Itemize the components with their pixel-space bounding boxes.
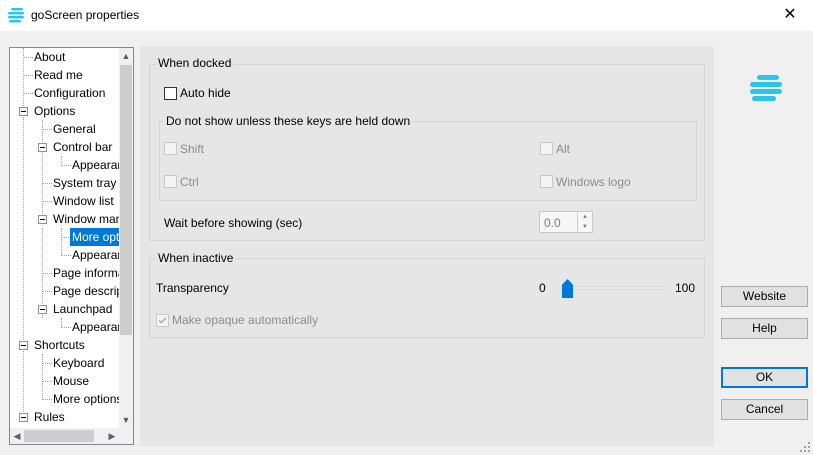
horizontal-scroll-thumb[interactable] xyxy=(24,430,94,442)
alt-checkbox[interactable] xyxy=(540,142,553,155)
tree-item-page-information[interactable]: Page information xyxy=(53,264,119,282)
spinner-buttons: ▲ ▼ xyxy=(577,212,592,232)
auto-hide-label: Auto hide xyxy=(180,86,231,100)
tree-item-options[interactable]: Options xyxy=(34,102,75,120)
tree-item-shortcuts[interactable]: Shortcuts xyxy=(34,336,85,354)
tree-line xyxy=(42,120,43,220)
tree-item-read-me[interactable]: Read me xyxy=(34,66,83,84)
wait-seconds-value: 0.0 xyxy=(544,216,561,230)
modifier-keys-group xyxy=(159,121,697,201)
when-docked-title: When docked xyxy=(156,56,234,70)
wait-seconds-spinner[interactable]: 0.0 ▲ ▼ xyxy=(539,211,593,233)
tree-line xyxy=(61,327,71,328)
goscreen-logo xyxy=(750,75,782,101)
collapse-options-icon[interactable] xyxy=(19,107,28,116)
tree-item-more-options-selected[interactable]: More options xyxy=(70,228,119,246)
make-opaque-label: Make opaque automatically xyxy=(172,313,319,327)
transparency-slider-track[interactable] xyxy=(562,286,666,290)
tree-line xyxy=(61,165,71,166)
tree-line xyxy=(61,255,71,256)
ctrl-checkbox[interactable] xyxy=(164,175,177,188)
tree-line xyxy=(42,201,52,202)
wait-before-showing-label: Wait before showing (sec) xyxy=(164,216,303,230)
title-bar: goScreen properties ✕ xyxy=(0,0,813,31)
help-button[interactable]: Help xyxy=(721,318,808,339)
collapse-shortcuts-icon[interactable] xyxy=(19,341,28,350)
options-panel: When docked Auto hide Do not show unless… xyxy=(140,46,714,446)
cancel-button[interactable]: Cancel xyxy=(721,399,808,420)
tree-line xyxy=(42,363,52,364)
close-icon: ✕ xyxy=(783,6,797,23)
close-button[interactable]: ✕ xyxy=(767,0,813,31)
when-inactive-title: When inactive xyxy=(156,251,236,265)
window-title: goScreen properties xyxy=(31,8,140,22)
tree-line xyxy=(42,129,52,130)
scroll-left-icon[interactable]: ◀ xyxy=(10,428,24,444)
collapse-rules-icon[interactable] xyxy=(19,413,28,422)
tree-line xyxy=(23,75,33,76)
collapse-control-bar-icon[interactable] xyxy=(38,143,47,152)
tree-line xyxy=(42,381,52,382)
resize-grip-icon[interactable] xyxy=(799,441,811,453)
tree-line xyxy=(42,291,52,292)
tree-vertical-scrollbar[interactable]: ▲ ▼ xyxy=(119,48,133,428)
modifier-keys-title: Do not show unless these keys are held d… xyxy=(164,114,413,128)
settings-tree[interactable]: About Read me Configuration Options Gene… xyxy=(9,47,134,445)
tree-line xyxy=(23,93,33,94)
windows-logo-label: Windows logo xyxy=(556,175,631,189)
goscreen-app-icon xyxy=(8,8,24,23)
windows-logo-checkbox[interactable] xyxy=(540,175,553,188)
scroll-right-icon[interactable]: ▶ xyxy=(105,428,119,444)
tree-item-window-management[interactable]: Window management xyxy=(53,210,119,228)
tree-item-configuration[interactable]: Configuration xyxy=(34,84,105,102)
transparency-label: Transparency xyxy=(156,281,229,295)
tree-item-page-description[interactable]: Page description xyxy=(53,282,119,300)
tree-item-mouse[interactable]: Mouse xyxy=(53,372,89,390)
tree-item-window-management-appearance[interactable]: Appearance xyxy=(72,246,119,264)
spin-down-icon[interactable]: ▼ xyxy=(578,222,592,232)
tree-line xyxy=(42,354,43,400)
ok-button[interactable]: OK xyxy=(721,367,808,388)
tree-line xyxy=(42,183,52,184)
scroll-up-icon[interactable]: ▲ xyxy=(119,48,133,64)
scroll-down-icon[interactable]: ▼ xyxy=(119,412,133,428)
transparency-max-label: 100 xyxy=(675,281,696,295)
tree-item-control-bar-appearance[interactable]: Appearance xyxy=(72,156,119,174)
tree-item-control-bar[interactable]: Control bar xyxy=(53,138,112,156)
ctrl-label: Ctrl xyxy=(180,175,199,189)
tree-horizontal-scrollbar[interactable]: ◀ ▶ xyxy=(10,428,119,444)
tree-line xyxy=(42,399,52,400)
tree-item-system-tray[interactable]: System tray xyxy=(53,174,116,192)
tree-item-launchpad-appearance[interactable]: Appearance xyxy=(72,318,119,336)
tree-line xyxy=(23,57,33,58)
tree-item-general[interactable]: General xyxy=(53,120,96,138)
scrollbar-corner xyxy=(119,428,133,444)
shift-checkbox[interactable] xyxy=(164,142,177,155)
tree-content: About Read me Configuration Options Gene… xyxy=(10,48,119,428)
spin-up-icon[interactable]: ▲ xyxy=(578,212,592,222)
collapse-launchpad-icon[interactable] xyxy=(38,305,47,314)
website-button[interactable]: Website xyxy=(721,286,808,307)
tree-line xyxy=(23,48,24,422)
transparency-min-label: 0 xyxy=(539,281,546,295)
collapse-window-management-icon[interactable] xyxy=(38,215,47,224)
auto-hide-checkbox[interactable] xyxy=(164,87,177,100)
make-opaque-checkbox[interactable] xyxy=(156,314,169,327)
tree-item-rules[interactable]: Rules xyxy=(34,408,65,426)
alt-label: Alt xyxy=(556,142,571,156)
tree-line xyxy=(61,228,62,256)
tree-line xyxy=(42,273,52,274)
tree-item-window-list[interactable]: Window list xyxy=(53,192,114,210)
tree-item-about[interactable]: About xyxy=(34,48,65,66)
shift-label: Shift xyxy=(180,142,205,156)
tree-item-shortcuts-more-options[interactable]: More options xyxy=(53,390,119,408)
tree-item-launchpad[interactable]: Launchpad xyxy=(53,300,112,318)
tree-item-keyboard[interactable]: Keyboard xyxy=(53,354,104,372)
vertical-scroll-thumb[interactable] xyxy=(120,65,132,335)
